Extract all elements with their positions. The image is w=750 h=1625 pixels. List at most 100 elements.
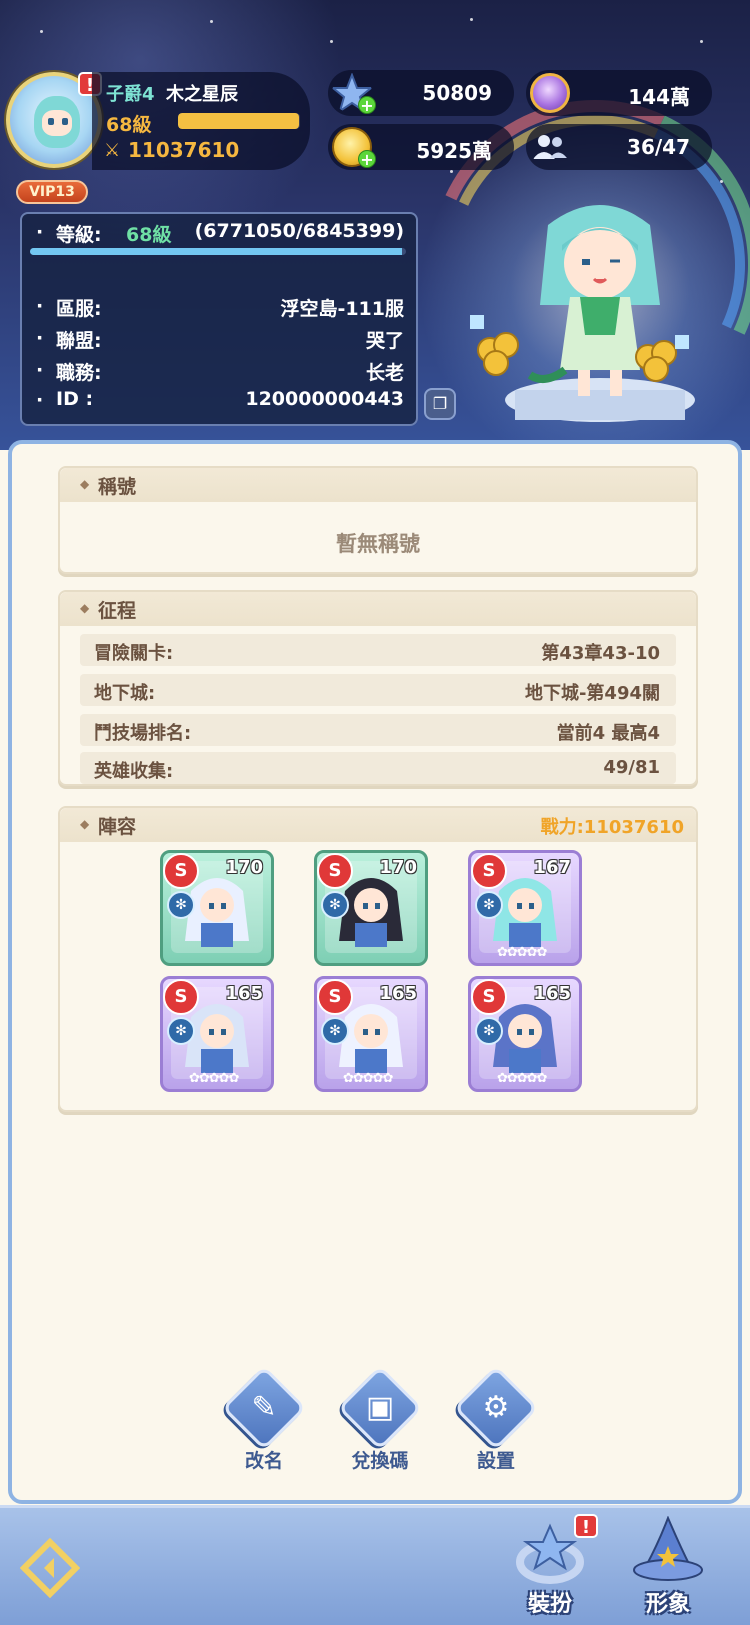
hero-slot[interactable]: S ✻ 165 ✿✿✿✿✿ xyxy=(468,976,582,1092)
journey-row-label: 地下城: xyxy=(94,683,156,704)
journey-row-arena: 鬥技場排名: 當前4 最高4 xyxy=(80,714,676,746)
no-title-text: 暫無稱號 xyxy=(336,532,420,556)
rank-s-icon: S xyxy=(317,853,353,889)
hero-slot[interactable]: S ✻ 165 ✿✿✿✿✿ xyxy=(160,976,274,1092)
info-level-row: · 等級: 68級 (6771050/6845399) xyxy=(36,220,404,246)
title-card-header: ◆ 稱號 xyxy=(60,468,696,502)
settings-button[interactable]: ⚙ 設置 xyxy=(453,1365,539,1473)
info-id-row: · ID : 120000000443 xyxy=(36,388,404,411)
star-currency[interactable]: + 50809 xyxy=(328,70,514,116)
info-server-row: · 區服: 浮空島-111服 xyxy=(36,295,404,320)
info-role-row: · 職務: 长老 xyxy=(36,359,404,384)
server-value: 浮空島-111服 xyxy=(280,298,404,320)
rename-label: 改名 xyxy=(244,1450,283,1472)
wizard-hat-icon xyxy=(633,1515,703,1581)
nav-dressup-label: 裝扮 xyxy=(527,1592,572,1617)
diamond-icon: ◆ xyxy=(80,477,90,491)
guild-value: 哭了 xyxy=(365,330,404,352)
journey-row-collection: 英雄收集: 49/81 xyxy=(80,752,676,784)
hero-level: 165 xyxy=(379,983,417,1004)
journey-row-value: 第43章43-10 xyxy=(541,643,660,664)
player-level: 68級 xyxy=(106,114,152,136)
snowflake-icon: ✻ xyxy=(167,1017,195,1045)
back-arrow-icon[interactable] xyxy=(20,1538,80,1598)
friends-amount: 36/47 xyxy=(627,135,690,159)
hero-slot[interactable]: S ✻ 170 xyxy=(314,850,428,966)
role-label: 職務: xyxy=(56,362,102,384)
guild-label: 聯盟: xyxy=(56,330,102,352)
friends-count[interactable]: 36/47 xyxy=(526,124,712,170)
vip-badge[interactable]: VIP13 xyxy=(16,180,88,204)
hero-slot[interactable]: S ✻ 167 ✿✿✿✿✿ xyxy=(468,850,582,966)
hero-level: 167 xyxy=(533,857,571,878)
snowflake-icon: ✻ xyxy=(475,891,503,919)
lineup-card-heading: 陣容 xyxy=(98,816,137,838)
level-progress-fill xyxy=(30,248,402,255)
star-rating-icon: ✿✿✿✿✿ xyxy=(497,945,547,960)
info-guild-row: · 聯盟: 哭了 xyxy=(36,327,404,352)
journey-row-adventure: 冒險關卡: 第43章43-10 xyxy=(80,634,676,666)
add-gold-icon[interactable]: + xyxy=(358,150,376,169)
journey-card-header: ◆ 征程 xyxy=(60,592,696,626)
lineup-power: 戰力:11037610 xyxy=(540,817,684,838)
nav-appearance-label: 形象 xyxy=(645,1592,690,1617)
snowflake-icon: ✻ xyxy=(167,891,195,919)
player-name-panel: 子爵4 木之星辰 68級 ⚔ 11037610 xyxy=(92,72,310,170)
rank-s-icon: S xyxy=(163,853,199,889)
snowflake-icon: ✻ xyxy=(321,891,349,919)
id-label: ID : xyxy=(56,388,94,410)
title-card-heading: 稱號 xyxy=(98,476,137,498)
journey-row-label: 冒險關卡: xyxy=(94,643,174,664)
profile-header: ! 子爵4 木之星辰 68級 ⚔ 11037610 VIP13 + 50809 … xyxy=(0,0,750,450)
hero-level: 170 xyxy=(379,857,417,878)
character-figure[interactable] xyxy=(470,185,710,425)
snowflake-icon: ✻ xyxy=(475,1017,503,1045)
gold-currency[interactable]: + 5925萬 xyxy=(328,124,514,170)
friends-icon xyxy=(533,135,567,159)
rename-button[interactable]: ✎ 改名 xyxy=(221,1365,307,1473)
rank-s-icon: S xyxy=(471,979,507,1015)
journey-card-heading: 征程 xyxy=(98,600,137,622)
redeem-code-button[interactable]: ▣ 兌換碼 xyxy=(337,1365,423,1473)
gold-amount: 5925萬 xyxy=(416,139,492,163)
hero-slot[interactable]: S ✻ 165 ✿✿✿✿✿ xyxy=(314,976,428,1092)
lineup-card-header: ◆ 陣容 戰力:11037610 xyxy=(60,808,696,842)
exp-bar-fill xyxy=(178,113,299,129)
journey-row-dungeon: 地下城: 地下城-第494關 xyxy=(80,674,676,706)
role-value: 长老 xyxy=(365,362,404,384)
journey-row-label: 英雄收集: xyxy=(94,761,174,782)
server-label: 區服: xyxy=(56,298,102,320)
snowflake-icon: ✻ xyxy=(321,1017,349,1045)
journey-row-value: 當前4 最高4 xyxy=(556,723,660,744)
rank-s-icon: S xyxy=(471,853,507,889)
journey-row-label: 鬥技場排名: xyxy=(94,723,192,744)
exp-value: (6771050/6845399) xyxy=(194,220,404,242)
settings-label: 設置 xyxy=(476,1450,515,1472)
add-stars-icon[interactable]: + xyxy=(358,96,376,115)
star-rating-icon: ✿✿✿✿✿ xyxy=(189,1071,239,1086)
level-value: 68級 xyxy=(126,224,172,246)
player-info-box: · 等級: 68級 (6771050/6845399) · 區服: 浮空島-11… xyxy=(20,212,418,426)
title-card: ◆ 稱號 暫無稱號 xyxy=(58,466,698,574)
copy-id-icon[interactable]: ❐ xyxy=(424,388,456,420)
hero-level: 165 xyxy=(225,983,263,1004)
journey-card: ◆ 征程 冒險關卡: 第43章43-10 地下城: 地下城-第494關 鬥技場排… xyxy=(58,590,698,786)
hero-level: 165 xyxy=(533,983,571,1004)
diamond-icon: ◆ xyxy=(80,601,90,615)
gem-amount: 144萬 xyxy=(628,85,690,109)
gem-currency[interactable]: 144萬 xyxy=(526,70,712,116)
exp-bar xyxy=(178,113,300,129)
ticket-icon: ▣ xyxy=(337,1365,423,1451)
edit-icon: ✎ xyxy=(221,1365,307,1451)
lineup-card: ◆ 陣容 戰力:11037610 S ✻ 170 S ✻ 170 S ✻ 167 ✿✿✿✿✿ S ✻ 1… xyxy=(58,806,698,1112)
hero-slot[interactable]: S ✻ 170 xyxy=(160,850,274,966)
nav-appearance[interactable]: 形象 xyxy=(618,1514,718,1624)
rank-s-icon: S xyxy=(163,979,199,1015)
level-label: 等級: xyxy=(56,224,102,246)
nav-dressup[interactable]: ! 裝扮 xyxy=(500,1514,600,1624)
gear-icon: ⚙ xyxy=(453,1365,539,1451)
player-name: 木之星辰 xyxy=(166,84,238,105)
crossed-swords-icon: ⚔ xyxy=(104,140,121,161)
diamond-icon: ◆ xyxy=(80,817,90,831)
bottom-nav: ! 裝扮 形象 xyxy=(0,1505,750,1625)
